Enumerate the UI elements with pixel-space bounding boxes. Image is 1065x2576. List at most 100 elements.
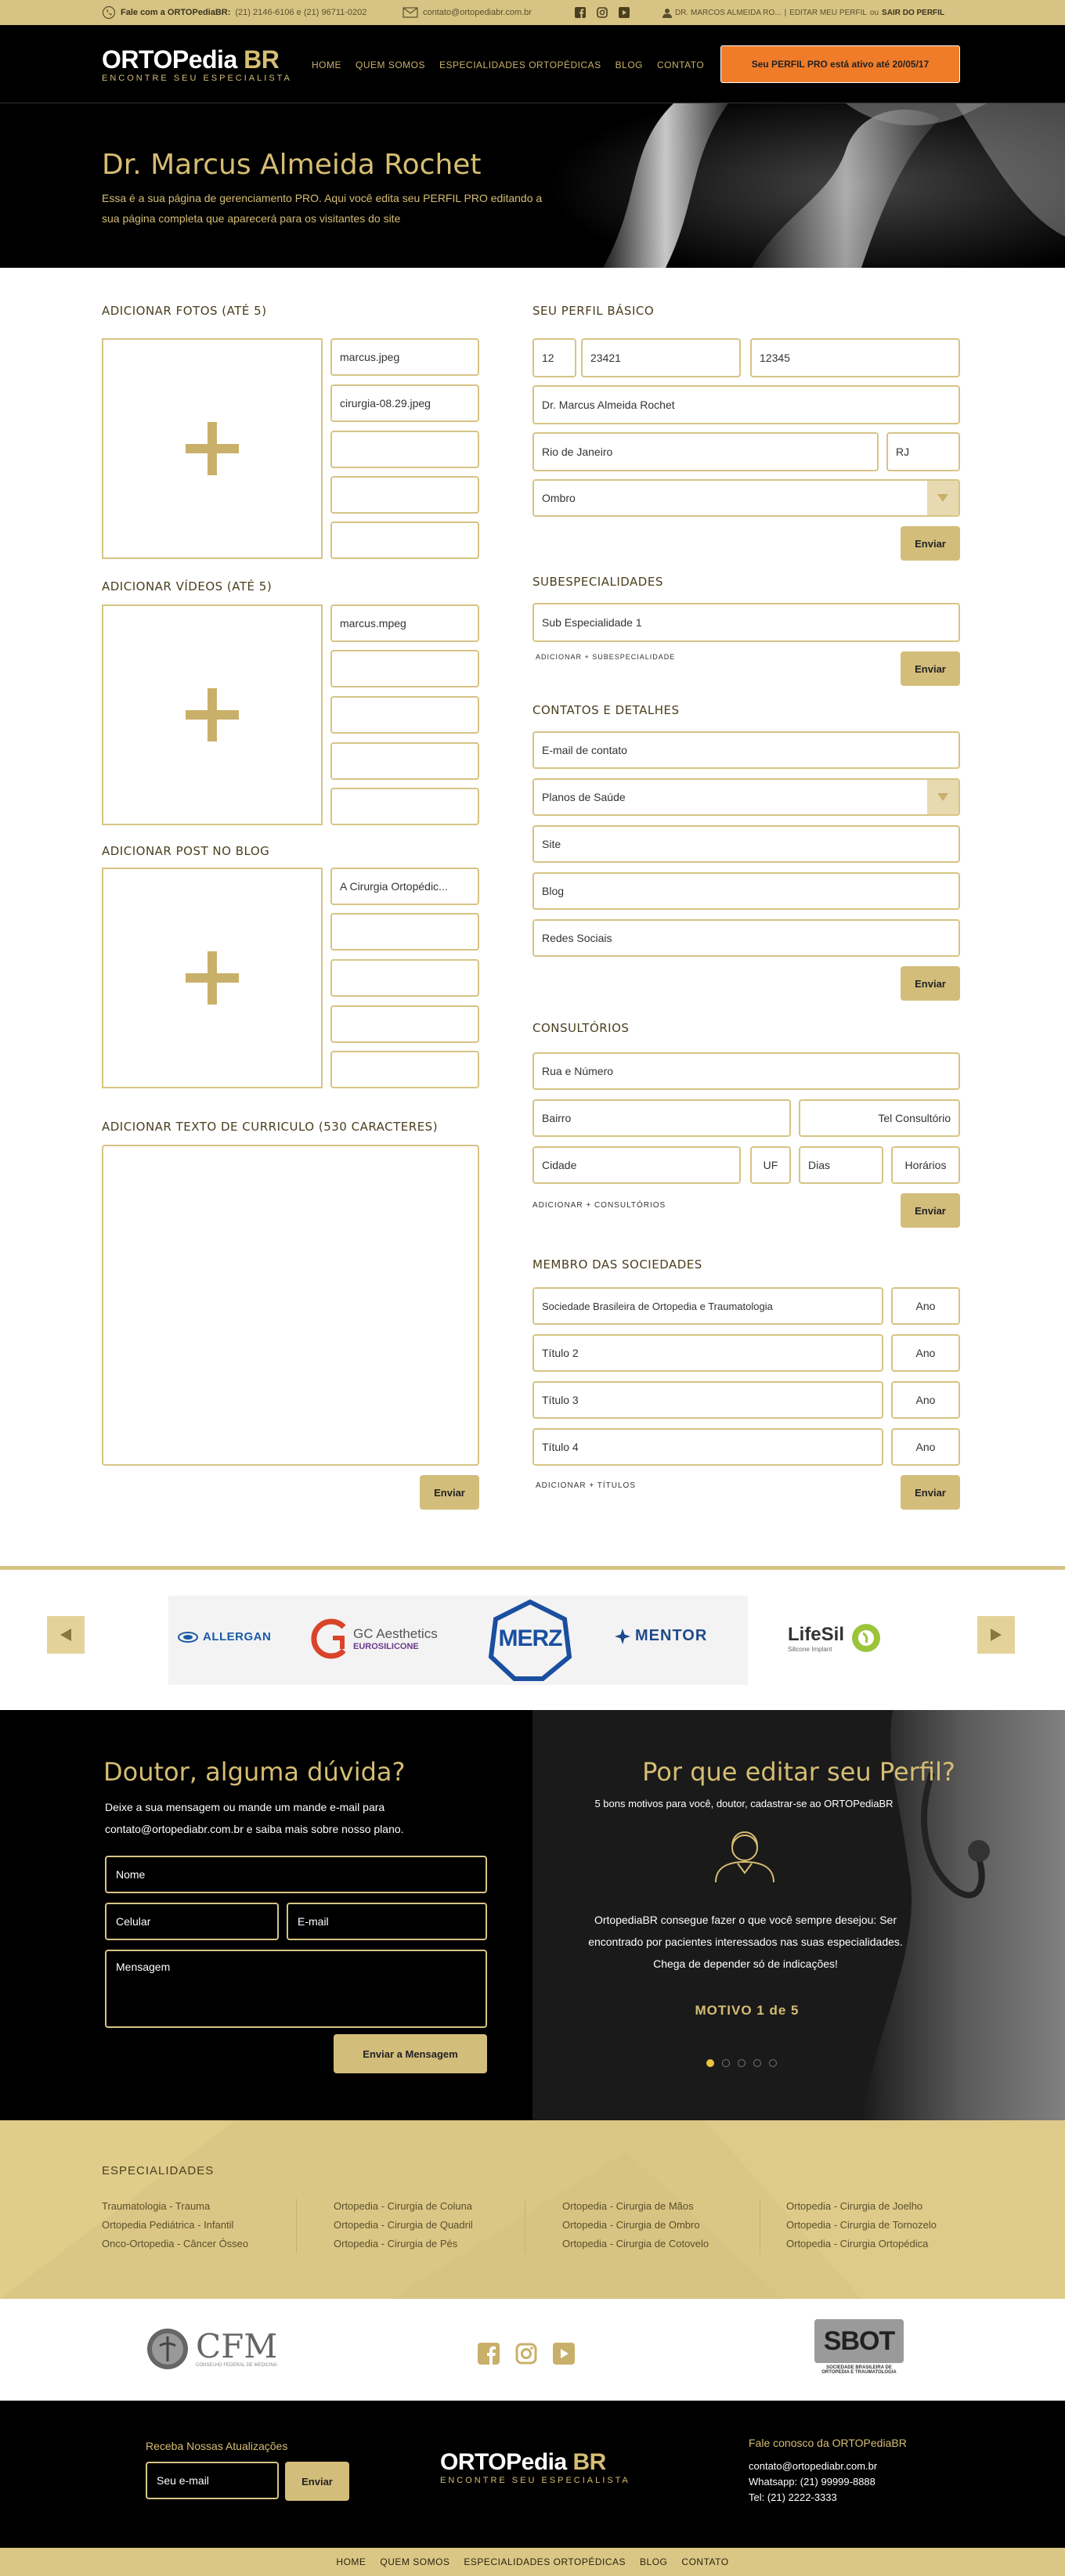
esp-link[interactable]: Ortopedia - Cirurgia de Ombro [562,2216,709,2235]
profile-submit-button[interactable]: Enviar [901,526,960,561]
video-file-4[interactable] [330,742,479,780]
video-file-3[interactable] [330,696,479,734]
photo-file-1[interactable]: marcus.jpeg [330,338,479,376]
blog-upload-box[interactable] [102,868,323,1088]
profile-city[interactable]: Rio de Janeiro [532,432,879,471]
office-hours-field[interactable]: Horários [891,1146,960,1184]
add-office-link[interactable]: ADICIONAR + CONSULTÓRIOS [532,1201,666,1210]
add-subspecialty-link[interactable]: ADICIONAR + SUBESPECIALIDADE [536,653,675,661]
office-phone-field[interactable]: Tel Consultório [799,1099,960,1137]
office-days-field[interactable]: Dias [799,1146,883,1184]
carousel-dot-4[interactable] [753,2059,761,2067]
footer-nav-home[interactable]: HOME [336,2556,366,2567]
footer-nav-contato[interactable]: CONTATO [681,2556,728,2567]
society-year-4[interactable]: Ano [891,1428,960,1466]
esp-link[interactable]: Traumatologia - Trauma [102,2197,248,2216]
blog-file-4[interactable] [330,1005,479,1043]
send-message-button[interactable]: Enviar a Mensagem [334,2034,487,2073]
society-name-1[interactable]: Sociedade Brasileira de Ortopedia e Trau… [532,1287,883,1325]
youtube-icon[interactable] [553,2343,575,2365]
contacts-submit-button[interactable]: Enviar [901,966,960,1001]
esp-link[interactable]: Ortopedia - Cirurgia Ortopédica [786,2235,937,2253]
site-logo[interactable]: ORTOPedia BR ENCONTRE SEU ESPECIALISTA [102,47,292,83]
photo-file-5[interactable] [330,521,479,559]
esp-link[interactable]: Onco-Ortopedia - Câncer Ósseo [102,2235,248,2253]
esp-link[interactable]: Ortopedia Pediátrica - Infantil [102,2216,248,2235]
society-name-4[interactable]: Título 4 [532,1428,883,1466]
footer-logo[interactable]: ORTOPedia BR ENCONTRE SEU ESPECIALISTA [440,2451,630,2486]
instagram-icon[interactable] [515,2343,537,2365]
facebook-icon[interactable] [478,2343,500,2365]
office-uf-field[interactable]: UF [750,1146,791,1184]
doubt-phone-field[interactable]: Celular [105,1903,279,1940]
esp-link[interactable]: Ortopedia - Cirurgia de Mãos [562,2197,709,2216]
facebook-icon[interactable] [575,7,586,18]
office-city-field[interactable]: Cidade [532,1146,741,1184]
nav-contato[interactable]: CONTATO [657,60,704,70]
cv-textarea[interactable] [102,1145,479,1466]
esp-link[interactable]: Ortopedia - Cirurgia de Pés [334,2235,473,2253]
carousel-dot-3[interactable] [738,2059,746,2067]
specialty-select[interactable]: Ombro [532,479,960,517]
newsletter-submit-button[interactable]: Enviar [285,2462,349,2501]
nav-blog[interactable]: BLOG [616,60,643,70]
photo-file-4[interactable] [330,476,479,514]
partners-prev-button[interactable] [47,1616,85,1654]
societies-submit-button[interactable]: Enviar [901,1475,960,1510]
carousel-dot-5[interactable] [769,2059,777,2067]
social-field[interactable]: Redes Sociais [532,919,960,957]
photo-file-3[interactable] [330,431,479,468]
carousel-dot-1[interactable] [706,2059,714,2067]
site-field[interactable]: Site [532,825,960,863]
footer-nav-quem-somos[interactable]: QUEM SOMOS [380,2556,449,2567]
edit-profile-link[interactable]: EDITAR MEU PERFIL [789,9,867,17]
office-street-field[interactable]: Rua e Número [532,1052,960,1090]
society-year-3[interactable]: Ano [891,1381,960,1419]
office-district-field[interactable]: Bairro [532,1099,791,1137]
society-name-3[interactable]: Título 3 [532,1381,883,1419]
esp-link[interactable]: Ortopedia - Cirurgia de Coluna [334,2197,473,2216]
video-file-1[interactable]: marcus.mpeg [330,604,479,642]
pro-status-button[interactable]: Seu PERFIL PRO está ativo até 20/05/17 [720,45,960,83]
blog-field[interactable]: Blog [532,872,960,910]
topbar-email[interactable]: contato@ortopediabr.com.br [403,0,532,25]
cv-submit-button[interactable]: Enviar [420,1475,479,1510]
newsletter-email-field[interactable]: Seu e-mail [146,2462,279,2499]
society-name-2[interactable]: Título 2 [532,1334,883,1372]
profile-state[interactable]: RJ [886,432,960,471]
footer-nav-especialidades[interactable]: ESPECIALIDADES ORTOPÉDICAS [464,2556,626,2567]
youtube-icon[interactable] [619,7,630,18]
blog-file-5[interactable] [330,1051,479,1088]
photo-file-2[interactable]: cirurgia-08.29.jpeg [330,384,479,422]
subspecialty-field[interactable]: Sub Especialidade 1 [532,603,960,642]
esp-link[interactable]: Ortopedia - Cirurgia de Quadril [334,2216,473,2235]
profile-name[interactable]: Dr. Marcus Almeida Rochet [532,385,960,424]
doubt-name-field[interactable]: Nome [105,1856,487,1893]
nav-quem-somos[interactable]: QUEM SOMOS [356,60,425,70]
esp-link[interactable]: Ortopedia - Cirurgia de Tornozelo [786,2216,937,2235]
nav-home[interactable]: HOME [312,60,341,70]
society-year-2[interactable]: Ano [891,1334,960,1372]
society-year-1[interactable]: Ano [891,1287,960,1325]
partners-next-button[interactable] [977,1616,1015,1654]
instagram-icon[interactable] [597,7,608,18]
doubt-email-field[interactable]: E-mail [287,1903,487,1940]
contact-email-field[interactable]: E-mail de contato [532,731,960,769]
add-title-link[interactable]: ADICIONAR + TÍTULOS [536,1481,636,1490]
video-file-5[interactable] [330,788,479,825]
offices-submit-button[interactable]: Enviar [901,1193,960,1228]
footer-nav-blog[interactable]: BLOG [640,2556,667,2567]
video-upload-box[interactable] [102,604,323,825]
video-file-2[interactable] [330,650,479,687]
footer-contact-email[interactable]: contato@ortopediabr.com.br [749,2460,877,2472]
contact-email[interactable]: contato@ortopediabr.com.br [423,8,532,17]
subspecialty-submit-button[interactable]: Enviar [901,651,960,686]
blog-file-1[interactable]: A Cirurgia Ortopédic... [330,868,479,905]
health-plans-select[interactable]: Planos de Saúde [532,778,960,816]
profile-field-2[interactable]: 23421 [581,338,741,377]
nav-especialidades[interactable]: ESPECIALIDADES ORTOPÉDICAS [439,60,601,70]
carousel-dot-2[interactable] [722,2059,730,2067]
photo-upload-box[interactable] [102,338,323,559]
profile-field-1[interactable]: 12 [532,338,576,377]
esp-link[interactable]: Ortopedia - Cirurgia de Joelho [786,2197,937,2216]
